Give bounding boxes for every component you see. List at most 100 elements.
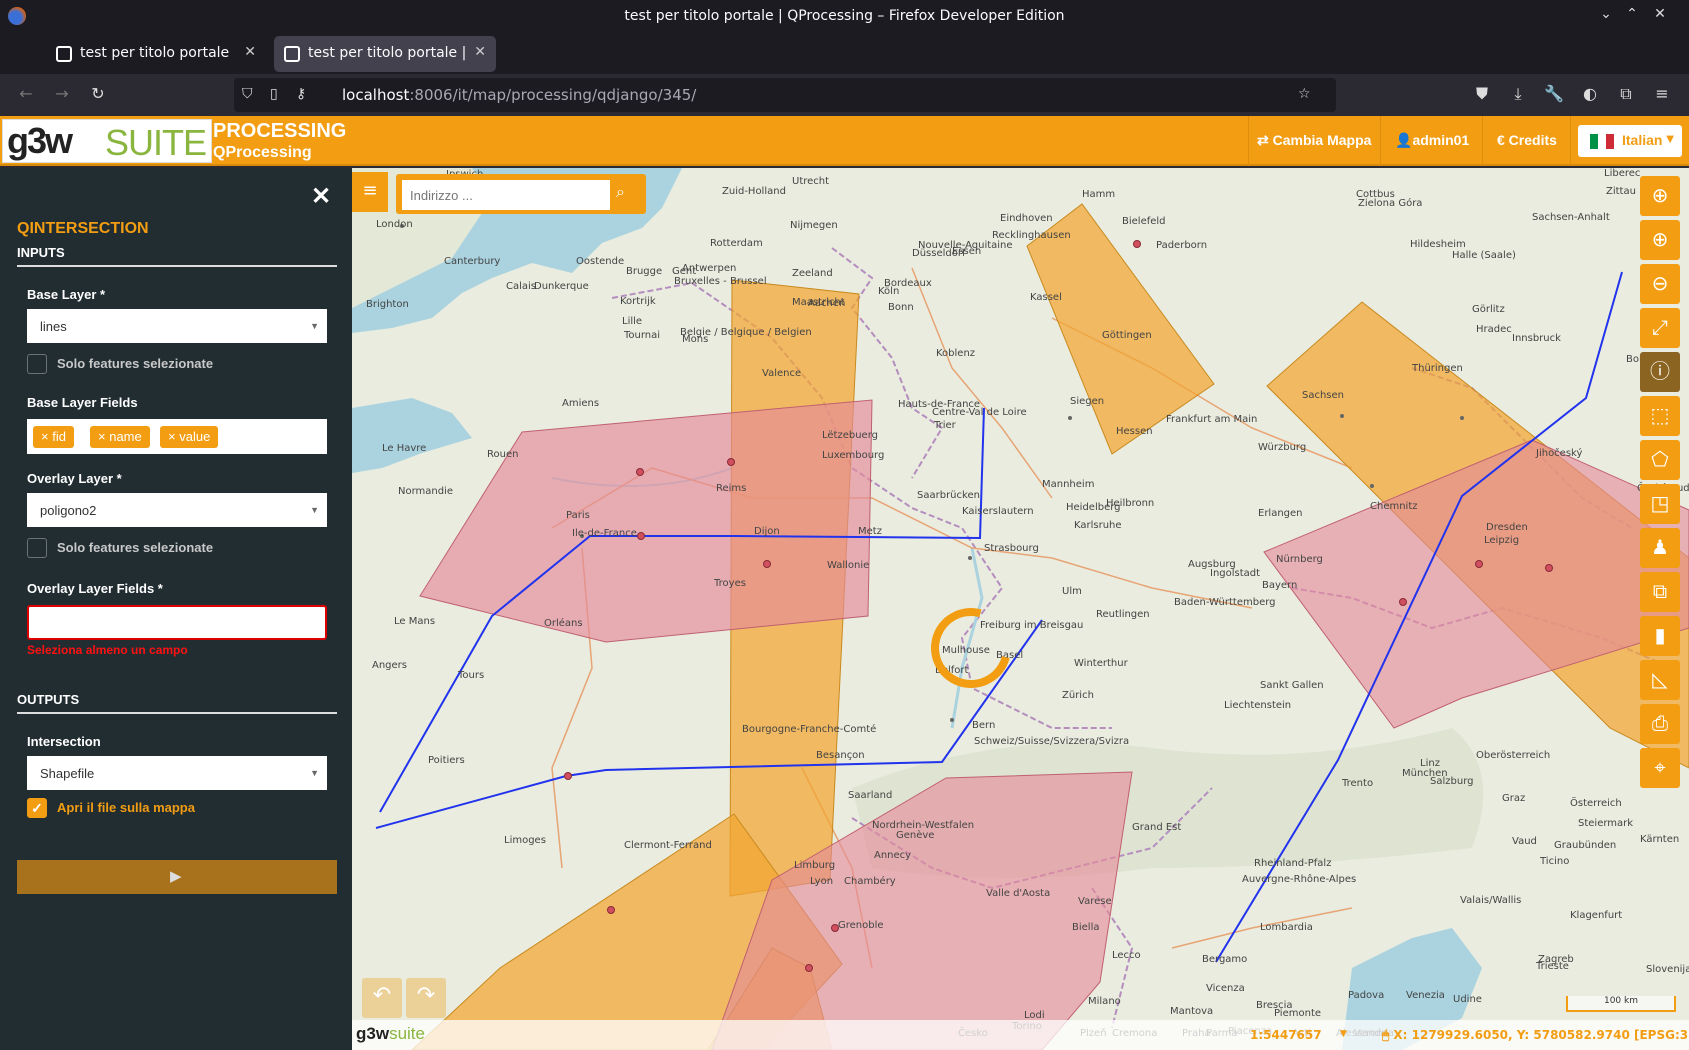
overlay-layer-label: Overlay Layer * (27, 471, 122, 486)
map-place-label: Le Mans (394, 616, 436, 627)
credits-button[interactable]: € Credits (1497, 132, 1557, 148)
change-map-label: Cambia Mappa (1272, 132, 1372, 148)
close-panel-icon[interactable]: ✕ (311, 182, 331, 211)
close-tab-icon[interactable]: ✕ (244, 44, 256, 60)
g3w-suite-logo[interactable]: g3w SUITE (2, 119, 212, 163)
permissions-icon[interactable]: ⚷ (296, 86, 306, 102)
privacy-icon[interactable]: ◐ (1578, 84, 1602, 108)
map-place-label: Calais (506, 281, 537, 292)
app-header: g3w SUITE PROCESSING QProcessing ⇄ Cambi… (0, 116, 1689, 166)
map-place-label: Genève (896, 830, 935, 841)
map-place-label: Kortrijk (620, 296, 656, 307)
tab-1[interactable]: test per titolo portale ✕ (46, 36, 266, 72)
close-window-icon[interactable]: ✕ (1650, 6, 1670, 26)
map-place-label: Augsburg (1188, 559, 1236, 570)
map-place-label: Österreich (1570, 798, 1622, 809)
field-tag-name[interactable]: × name (90, 426, 150, 448)
map-place-label: Halle (Saale) (1452, 250, 1516, 261)
screenshot-camera-icon[interactable]: ⎙ (1640, 704, 1680, 744)
add-layer-icon[interactable]: ⧉ (1640, 572, 1680, 612)
geolocation-icon[interactable]: ⌖ (1640, 748, 1680, 788)
map-place-label: Nürnberg (1276, 554, 1323, 565)
zoom-to-extent-icon[interactable]: ⊕ (1640, 176, 1680, 216)
outputs-heading: OUTPUTS (17, 692, 80, 707)
base-selected-only-checkbox[interactable] (27, 354, 47, 374)
map-place-label: Tours (458, 670, 485, 681)
map-place-label: Bielefeld (1122, 216, 1166, 227)
map-place-label: Nordrhein-Westfalen (872, 820, 975, 831)
measure-length-icon[interactable]: ▮ (1640, 616, 1680, 656)
forward-icon[interactable]: → (50, 84, 74, 108)
map-place-label: Rotterdam (710, 238, 763, 249)
zoom-in-icon[interactable]: ⊕ (1640, 220, 1680, 260)
base-layer-fields-label: Base Layer Fields (27, 395, 138, 410)
street-view-icon[interactable]: ♟ (1640, 528, 1680, 568)
reload-icon[interactable]: ↻ (86, 84, 110, 108)
downloads-icon[interactable]: ⤓ (1506, 84, 1530, 108)
map-canvas[interactable]: LondonIpswichSouthend-on-SeaCanterburyBr… (352, 168, 1689, 1050)
map-place-label: Valais/Wallis (1460, 895, 1522, 906)
shield-icon[interactable]: ⛉ (242, 86, 253, 102)
map-place-label: Lecco (1112, 950, 1141, 961)
pocket-icon[interactable]: ⛊ (1470, 84, 1494, 108)
draw-shape-icon[interactable]: ◳ (1640, 484, 1680, 524)
undo-icon[interactable]: ↶ (362, 978, 402, 1018)
back-icon[interactable]: ← (14, 84, 38, 108)
intersection-format-select[interactable]: Shapefile ▼ (27, 756, 327, 790)
map-place-label: Paris (566, 510, 590, 521)
map-place-label: Dunkerque (534, 281, 589, 292)
field-tag-fid[interactable]: × fid (33, 426, 74, 448)
language-selector[interactable]: Italian ▼ (1578, 125, 1682, 157)
run-button[interactable]: ▶ (17, 860, 337, 894)
map-place-label: Milano (1088, 996, 1121, 1007)
query-by-polygon-icon[interactable]: ⬠ (1640, 440, 1680, 480)
map-place-label: Koblenz (936, 348, 976, 359)
favicon-icon (284, 46, 300, 62)
map-place-label: Steiermark (1578, 818, 1634, 829)
map-place-label: Schweiz/Suisse/Svizzera/Svizra (974, 736, 1130, 747)
overlay-layer-fields-multiselect[interactable] (27, 605, 327, 640)
url-bar[interactable]: ⛉ ▯ ⚷ localhost:8006/it/map/processing/q… (234, 78, 1336, 112)
chevron-down-icon[interactable]: ⌄ (1596, 6, 1616, 26)
hamburger-menu-icon[interactable]: ≡ (1650, 84, 1674, 108)
overlay-layer-select[interactable]: poligono2 ▼ (27, 493, 327, 527)
user-menu-button[interactable]: 👤admin01 (1395, 132, 1469, 149)
extensions-icon[interactable]: ⧉ (1614, 84, 1638, 108)
base-layer-fields-multiselect[interactable]: × fid × name × value (27, 419, 327, 454)
map-place-label: Orléans (544, 618, 583, 629)
hamburger-menu-button[interactable]: ≡ (352, 172, 388, 212)
address-search-input[interactable] (402, 180, 610, 210)
tab-2-active[interactable]: test per titolo portale | QProcessing ✕ (274, 36, 496, 72)
caret-down-icon[interactable]: ▼ (1340, 1029, 1347, 1039)
map-place-label: Zürich (1062, 690, 1094, 701)
play-icon: ▶ (170, 868, 182, 885)
field-tag-value[interactable]: × value (160, 426, 219, 448)
tag-label: value (179, 429, 211, 444)
maximize-icon[interactable]: ⌃ (1622, 6, 1642, 26)
query-info-icon[interactable]: ⓘ (1640, 352, 1680, 392)
overlay-selected-only-checkbox[interactable] (27, 538, 47, 558)
zoom-out-icon[interactable]: ⊖ (1640, 264, 1680, 304)
change-map-button[interactable]: ⇄ Cambia Mappa (1257, 132, 1371, 149)
map-place-label: Oostende (576, 256, 625, 267)
page-icon[interactable]: ▯ (270, 86, 278, 102)
search-icon[interactable]: ⌕ (616, 182, 625, 202)
fullscreen-icon[interactable]: ⤢ (1640, 308, 1680, 348)
query-by-bbox-icon[interactable]: ⬚ (1640, 396, 1680, 436)
map-place-label: Padova (1348, 990, 1385, 1001)
map-place-label: Vaud (1512, 836, 1537, 847)
map-place-label: Erlangen (1258, 508, 1303, 519)
base-layer-select[interactable]: lines ▼ (27, 309, 327, 343)
bookmark-star-icon[interactable]: ☆ (1298, 86, 1311, 102)
map-place-label: Oberösterreich (1476, 750, 1551, 761)
map-place-label: Biella (1072, 922, 1100, 933)
measure-area-icon[interactable]: ◺ (1640, 660, 1680, 700)
map-place-label: Zuid-Holland (722, 186, 786, 197)
close-tab-icon[interactable]: ✕ (474, 44, 486, 60)
redo-icon[interactable]: ↷ (406, 978, 446, 1018)
tab-bar: test per titolo portale ✕ test per titol… (0, 32, 1689, 96)
devtools-wrench-icon[interactable]: 🔧 (1542, 84, 1566, 108)
divider (17, 265, 337, 267)
open-on-map-checkbox[interactable]: ✓ (27, 798, 47, 818)
scale-select[interactable]: 1:5447657 (1250, 1028, 1322, 1042)
